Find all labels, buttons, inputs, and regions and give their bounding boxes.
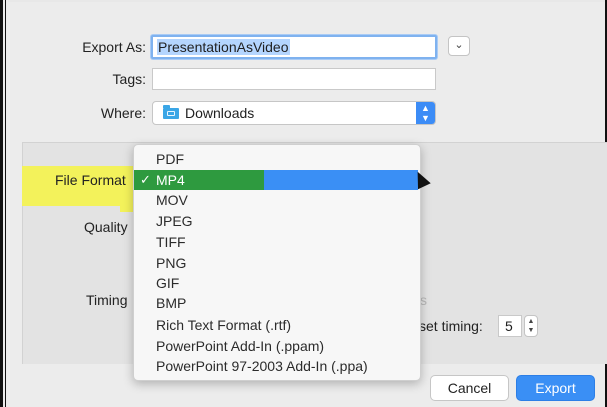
export-button[interactable]: Export — [516, 375, 595, 401]
menu-item-label: GIF — [156, 275, 180, 291]
menu-item-label: BMP — [156, 295, 187, 311]
menu-item-label: MP4 — [156, 172, 185, 188]
menu-item-label: PNG — [156, 255, 187, 271]
menu-item-tiff[interactable]: TIFF — [134, 232, 420, 252]
menu-item-bmp[interactable]: BMP — [134, 293, 420, 313]
set-timing-input[interactable]: 5 — [498, 315, 522, 337]
menu-item-label: PowerPoint 97-2003 Add-In (.ppa) — [156, 358, 368, 374]
menu-item-png[interactable]: PNG — [134, 253, 420, 273]
menu-item-label: PowerPoint Add-In (.ppam) — [156, 338, 325, 354]
menu-item-label: MOV — [156, 192, 188, 208]
menu-item-mp4[interactable]: ✓ MP4 — [134, 170, 420, 190]
menu-item-jpeg[interactable]: JPEG — [134, 211, 420, 231]
cancel-button[interactable]: Cancel — [430, 375, 509, 401]
updown-arrows-icon: ▲ ▼ — [416, 102, 435, 124]
menu-item-gif[interactable]: GIF — [134, 273, 420, 293]
timing-suffix: s — [420, 292, 427, 308]
tags-label: Tags: — [112, 71, 146, 87]
window-frame-top — [8, 0, 605, 2]
tags-input[interactable] — [152, 68, 436, 90]
folder-icon — [163, 105, 179, 119]
where-popup[interactable]: Downloads ▲ ▼ — [152, 101, 436, 125]
where-label: Where: — [100, 105, 146, 121]
chevron-down-icon: ⌄ — [454, 39, 464, 51]
window-frame-left — [0, 0, 3, 407]
menu-item-label: PDF — [156, 151, 184, 167]
file-format-menu[interactable]: PDF ✓ MP4 MOV JPEG TIFF PNG GIF BMP Rich… — [133, 144, 421, 381]
menu-item-mov[interactable]: MOV — [134, 190, 420, 210]
export-as-label: Export As: — [82, 39, 146, 55]
menu-item-label: JPEG — [156, 213, 193, 229]
export-as-value: PresentationAsVideo — [157, 39, 290, 55]
set-timing-label: set timing: — [419, 318, 483, 334]
export-as-input[interactable]: PresentationAsVideo — [151, 35, 437, 59]
window-frame-left-inner — [5, 0, 6, 407]
menu-item-rtf[interactable]: Rich Text Format (.rtf) — [134, 315, 420, 335]
quality-label: Quality — [84, 219, 128, 235]
menu-item-label: Rich Text Format (.rtf) — [156, 317, 292, 333]
stepper-icon: ▲ ▼ — [527, 318, 535, 334]
menu-item-pdf[interactable]: PDF — [134, 149, 420, 169]
menu-item-label: TIFF — [156, 234, 186, 250]
menu-item-ppam[interactable]: PowerPoint Add-In (.ppam) — [134, 336, 420, 356]
expand-dialog-button[interactable]: ⌄ — [448, 36, 470, 56]
where-value: Downloads — [185, 105, 255, 121]
timing-label: Timing — [86, 292, 128, 308]
set-timing-stepper[interactable]: ▲ ▼ — [524, 315, 538, 337]
menu-item-ppa[interactable]: PowerPoint 97-2003 Add-In (.ppa) — [134, 356, 420, 376]
checkmark-icon: ✓ — [140, 172, 151, 187]
